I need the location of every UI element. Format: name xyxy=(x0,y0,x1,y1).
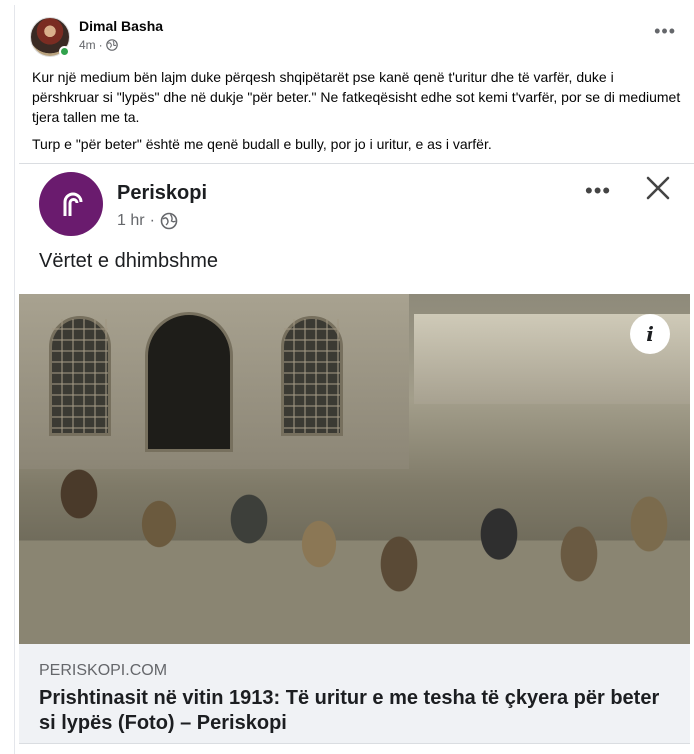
post-meta: 4m · xyxy=(79,38,118,52)
post-paragraph-2: Turp e "për beter" është me qenë budall … xyxy=(32,136,492,152)
shared-page-name[interactable]: Periskopi xyxy=(117,182,207,205)
link-domain: PERISKOPI.COM xyxy=(39,662,168,679)
facebook-post: Dimal Basha 4m · ••• Kur një medium bën … xyxy=(14,5,694,754)
shared-post: Periskopi 1 hr · ••• Vërtet e dhimbshme … xyxy=(19,163,694,753)
info-icon[interactable]: i xyxy=(630,314,670,354)
globe-icon[interactable] xyxy=(105,39,118,51)
shared-meta: 1 hr · xyxy=(117,212,178,230)
online-status-indicator xyxy=(59,46,70,57)
link-title[interactable]: Prishtinasit në vitin 1913: Të uritur e … xyxy=(39,686,679,736)
shared-post-text: Vërtet e dhimbshme xyxy=(39,250,218,272)
close-icon[interactable] xyxy=(644,174,672,202)
shared-meta-separator: · xyxy=(149,212,155,229)
periskopi-logo-icon xyxy=(63,192,83,216)
periskopi-logo[interactable] xyxy=(39,172,103,236)
author-name[interactable]: Dimal Basha xyxy=(79,18,163,34)
post-paragraph-1: Kur një medium bën lajm duke përqesh shq… xyxy=(32,69,681,125)
meta-separator: · xyxy=(98,38,103,52)
historical-photo[interactable]: i xyxy=(19,294,690,644)
shared-time[interactable]: 1 hr xyxy=(117,212,145,230)
link-preview[interactable]: PERISKOPI.COM Prishtinasit në vitin 1913… xyxy=(19,644,690,744)
photo-crowd xyxy=(19,414,690,644)
post-time[interactable]: 4m xyxy=(79,38,96,52)
globe-icon[interactable] xyxy=(160,212,178,230)
post-more-button[interactable]: ••• xyxy=(654,22,676,40)
shared-more-button[interactable]: ••• xyxy=(585,178,611,204)
